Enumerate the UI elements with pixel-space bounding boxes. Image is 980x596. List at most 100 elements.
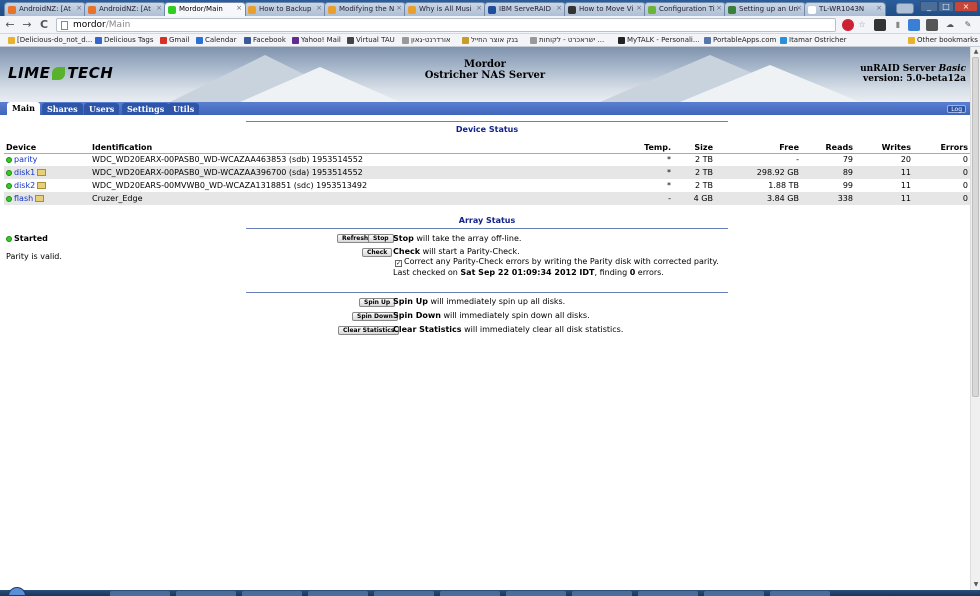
correct-errors-checkbox[interactable]: ✓ — [395, 260, 402, 267]
extension-icon[interactable] — [874, 19, 886, 31]
spin-up-button[interactable]: Spin Up — [359, 298, 396, 307]
other-bookmarks-label: Other bookmarks — [917, 36, 978, 44]
taskbar-item[interactable] — [242, 591, 302, 596]
clear-statistics-button[interactable]: Clear Statistics — [338, 326, 400, 335]
vertical-scrollbar[interactable]: ▲ ▼ — [970, 47, 980, 590]
nav-tab-utils[interactable]: Utils — [168, 103, 200, 115]
tab-title: How to Move Vi — [579, 5, 634, 13]
browser-tab[interactable]: TL-WR1043N × — [804, 2, 886, 16]
bookmark-item[interactable]: אורדרנט-גאון — [402, 35, 451, 46]
log-button[interactable]: Log — [947, 105, 966, 113]
taskbar-item[interactable] — [506, 591, 566, 596]
printer-icon[interactable] — [926, 19, 938, 31]
signal-icon[interactable]: ▮ — [892, 19, 904, 31]
close-window-button[interactable]: × — [954, 1, 978, 12]
tab-favicon-icon — [648, 6, 656, 14]
browser-tab[interactable]: Configuration Ti × — [644, 2, 726, 16]
browser-tab[interactable]: Why is All Musi × — [404, 2, 486, 16]
tab-close-icon[interactable]: × — [76, 4, 82, 12]
bookmark-item[interactable]: Facebook — [244, 35, 286, 46]
device-link[interactable]: disk1 — [14, 168, 35, 177]
wrench-icon[interactable]: ✎ — [962, 19, 974, 31]
mail-extension-icon[interactable] — [908, 19, 920, 31]
bookmark-item[interactable]: בנק אוצר החייל — [462, 35, 518, 46]
taskbar-item[interactable] — [176, 591, 236, 596]
new-tab-button[interactable] — [896, 3, 914, 14]
bookmark-item[interactable]: Yahoo! Mail — [292, 35, 341, 46]
scroll-down-icon[interactable]: ▼ — [972, 581, 980, 589]
browser-tab[interactable]: IBM ServeRAID × — [484, 2, 566, 16]
cloud-icon[interactable]: ☁ — [944, 19, 956, 31]
tab-close-icon[interactable]: × — [476, 4, 482, 12]
device-link[interactable]: flash — [14, 194, 33, 203]
device-link[interactable]: parity — [14, 155, 37, 164]
spin-down-button[interactable]: Spin Down — [352, 312, 398, 321]
nav-tab-settings[interactable]: Settings — [122, 103, 170, 115]
disk-settings-icon[interactable] — [37, 169, 47, 176]
scroll-thumb[interactable] — [972, 57, 979, 397]
taskbar-item[interactable] — [770, 591, 830, 596]
table-row: disk1 WDC_WD20EARX-00PASB0_WD-WCAZAA39670… — [4, 166, 970, 179]
stop-sign-icon[interactable] — [842, 19, 854, 31]
tab-title: Configuration Ti — [659, 5, 715, 13]
browser-tab[interactable]: AndroidNZ: [At × — [84, 2, 166, 16]
bookmark-label: Delicious Tags — [104, 36, 154, 44]
tab-close-icon[interactable]: × — [796, 4, 802, 12]
tab-close-icon[interactable]: × — [156, 4, 162, 12]
browser-tab[interactable]: Modifying the N × — [324, 2, 406, 16]
tab-close-icon[interactable]: × — [716, 4, 722, 12]
nav-tab-shares[interactable]: Shares — [42, 103, 83, 115]
version-product: unRAID Server — [860, 64, 939, 74]
taskbar-item[interactable] — [374, 591, 434, 596]
bookmark-item[interactable]: Virtual TAU — [347, 35, 395, 46]
tab-close-icon[interactable]: × — [316, 4, 322, 12]
taskbar-item[interactable] — [572, 591, 632, 596]
address-bar[interactable]: mordor/Main — [56, 18, 836, 32]
bookmark-item[interactable]: [Delicious-do_not_d... — [8, 35, 92, 46]
browser-tab[interactable]: AndroidNZ: [At × — [4, 2, 86, 16]
bookmark-item[interactable]: MyTALK - Personali... — [618, 35, 700, 46]
back-icon[interactable]: ← — [3, 18, 17, 32]
browser-tab[interactable]: How to Backup × — [244, 2, 326, 16]
taskbar-item[interactable] — [110, 591, 170, 596]
minimize-button[interactable]: _ — [920, 1, 938, 12]
taskbar-item[interactable] — [440, 591, 500, 596]
other-bookmarks[interactable]: Other bookmarks — [908, 35, 978, 46]
bookmark-item[interactable]: Itamar Ostricher — [780, 35, 847, 46]
stop-button[interactable]: Stop — [368, 234, 394, 243]
errors-cell: 0 — [962, 181, 968, 190]
bookmark-item[interactable]: Calendar — [196, 35, 236, 46]
size-cell: 4 GB — [673, 192, 715, 205]
tab-close-icon[interactable]: × — [396, 4, 402, 12]
check-button[interactable]: Check — [362, 248, 393, 257]
tab-close-icon[interactable]: × — [236, 4, 242, 12]
bookmark-item[interactable]: Gmail — [160, 35, 189, 46]
reads-cell: 338 — [801, 192, 855, 205]
clear-statistics-bold: Clear Statistics — [393, 325, 462, 334]
taskbar-item[interactable] — [308, 591, 368, 596]
browser-tab[interactable]: How to Move Vi × — [564, 2, 646, 16]
device-cell: disk1 — [4, 166, 90, 179]
taskbar-item[interactable] — [704, 591, 764, 596]
browser-tab[interactable]: Setting up an Un × — [724, 2, 806, 16]
identification-cell: WDC_WD20EARX-00PASB0_WD-WCAZAA463853 (sd… — [92, 155, 363, 165]
bookmark-item[interactable]: ישראכרט - לקוחות ... — [530, 35, 604, 46]
version-edition: Basic — [938, 64, 966, 74]
nav-tab-users[interactable]: Users — [84, 103, 120, 115]
bookmark-item[interactable]: PortableApps.com — [704, 35, 776, 46]
device-link[interactable]: disk2 — [14, 181, 35, 190]
nav-tab-main[interactable]: Main — [7, 102, 40, 115]
tab-close-icon[interactable]: × — [876, 4, 882, 12]
bookmark-item[interactable]: Delicious Tags — [95, 35, 153, 46]
tab-close-icon[interactable]: × — [556, 4, 562, 12]
maximize-button[interactable]: □ — [938, 1, 954, 12]
star-icon[interactable]: ☆ — [856, 19, 868, 31]
disk-settings-icon[interactable] — [35, 195, 45, 202]
disk-settings-icon[interactable] — [37, 182, 47, 189]
taskbar-item[interactable] — [638, 591, 698, 596]
browser-tab[interactable]: Mordor/Main × — [164, 2, 246, 16]
tab-close-icon[interactable]: × — [636, 4, 642, 12]
scroll-up-icon[interactable]: ▲ — [972, 48, 980, 56]
reload-icon[interactable]: C — [37, 18, 51, 32]
forward-icon[interactable]: → — [20, 18, 34, 32]
